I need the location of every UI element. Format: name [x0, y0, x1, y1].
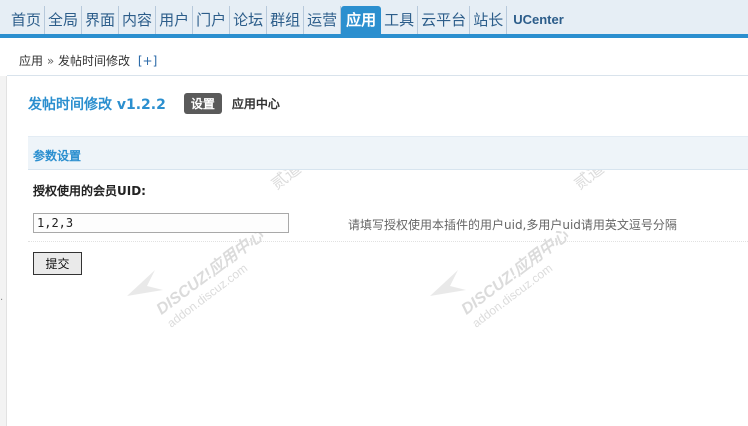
collapse-handle-icon[interactable]: · — [0, 295, 3, 306]
uid-input[interactable] — [33, 213, 289, 233]
watermark-arrow-icon-2 — [430, 270, 466, 296]
nav-item-groups[interactable]: 群组 — [267, 6, 305, 34]
nav-item-apps[interactable]: 应用 — [341, 6, 382, 34]
watermark-arrow-icon — [127, 270, 163, 296]
nav-item-global[interactable]: 全局 — [45, 6, 83, 34]
top-nav: 首页 全局 界面 内容 用户 门户 论坛 群组 运营 应用 工具 云平台 站长 … — [0, 0, 748, 38]
breadcrumb-current: 发帖时间修改 — [58, 54, 131, 68]
nav-item-users[interactable]: 用户 — [156, 6, 194, 34]
add-shortcut-button[interactable]: [+] — [138, 54, 157, 68]
tab-app-center[interactable]: 应用中心 — [232, 95, 280, 112]
left-frame-strip: · — [0, 76, 7, 426]
uid-input-row: 请填写授权使用本插件的用户uid,多用户uid请用英文逗号分隔 — [28, 210, 748, 242]
app-title-row: 发帖时间修改 v1.2.2 设置 应用中心 — [28, 93, 280, 114]
nav-item-cloud[interactable]: 云平台 — [418, 6, 471, 34]
breadcrumb-root[interactable]: 应用 — [19, 54, 43, 68]
nav-item-ucenter[interactable]: UCenter — [507, 6, 567, 34]
nav-item-content[interactable]: 内容 — [119, 6, 157, 34]
nav-item-webmaster[interactable]: 站长 — [470, 6, 508, 34]
nav-list: 首页 全局 界面 内容 用户 门户 论坛 群组 运营 应用 工具 云平台 站长 … — [8, 6, 567, 34]
section-header: 参数设置 — [28, 136, 748, 170]
nav-item-operations[interactable]: 运营 — [304, 6, 342, 34]
nav-item-portal[interactable]: 门户 — [193, 6, 231, 34]
section-title: 参数设置 — [33, 149, 82, 163]
tab-settings[interactable]: 设置 — [183, 93, 222, 114]
breadcrumb-bar: 应用 » 发帖时间修改 [+] — [7, 42, 748, 76]
watermark-domain-2: addon.discuz.com — [469, 260, 556, 331]
uid-field-label: 授权使用的会员UID: — [33, 184, 146, 198]
submit-button[interactable]: 提交 — [33, 252, 82, 275]
nav-item-forum[interactable]: 论坛 — [230, 6, 268, 34]
nav-item-home[interactable]: 首页 — [8, 6, 46, 34]
uid-hint: 请填写授权使用本插件的用户uid,多用户uid请用英文逗号分隔 — [348, 218, 677, 232]
breadcrumb-separator: » — [46, 54, 55, 68]
app-title: 发帖时间修改 v1.2.2 — [28, 96, 166, 113]
watermark-domain: addon.discuz.com — [164, 260, 251, 331]
breadcrumb: 应用 » 发帖时间修改 [+] — [19, 52, 157, 69]
nav-item-style[interactable]: 界面 — [82, 6, 120, 34]
nav-item-tools[interactable]: 工具 — [381, 6, 419, 34]
